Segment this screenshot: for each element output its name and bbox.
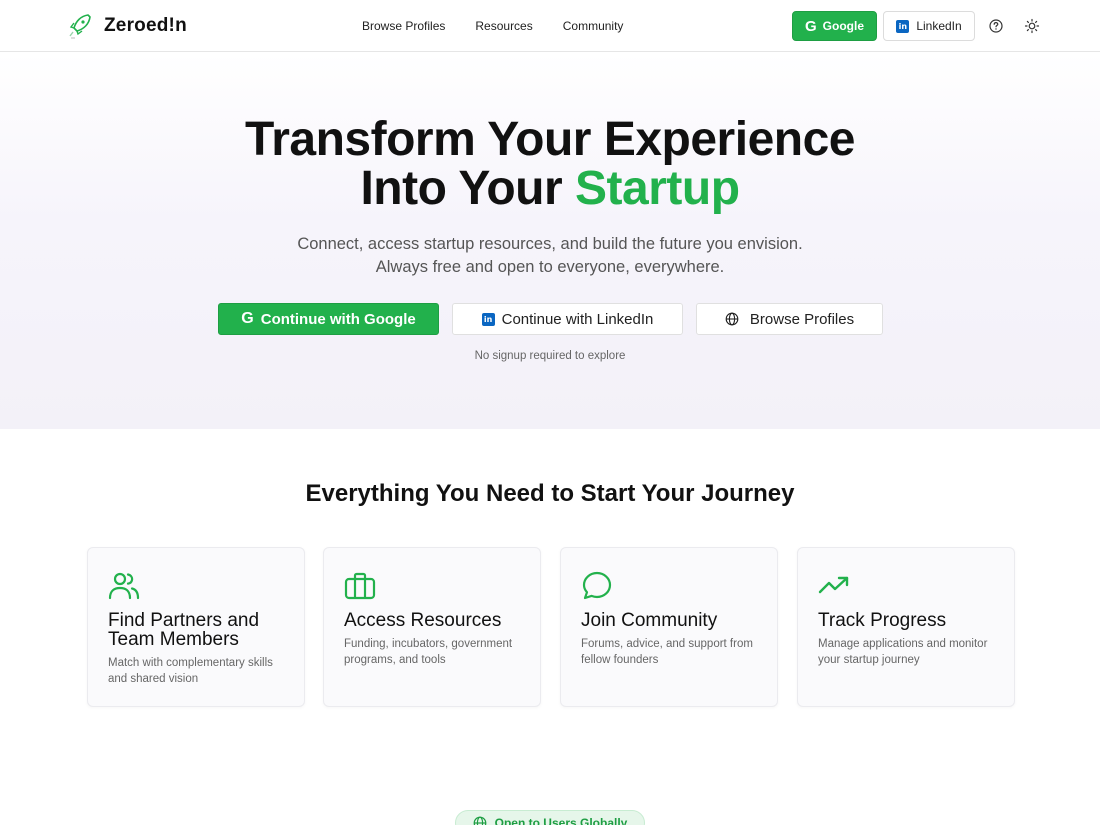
hero-section: Transform Your Experience Into Your Star… <box>0 53 1100 429</box>
feature-card-join-community[interactable]: Join Community Forums, advice, and suppo… <box>560 547 778 707</box>
header-google-label: Google <box>822 19 864 33</box>
briefcase-icon <box>344 572 376 600</box>
feature-card-find-partners[interactable]: Find Partners and Team Members Match wit… <box>87 547 305 707</box>
nav-community[interactable]: Community <box>563 18 624 34</box>
continue-with-linkedin-label: Continue with LinkedIn <box>501 310 654 328</box>
hero-title-line2-prefix: Into Your <box>360 162 576 215</box>
google-icon: G <box>804 17 817 35</box>
trending-up-icon <box>818 576 849 594</box>
feature-card-title: Join Community <box>581 610 718 631</box>
feature-card-desc: Manage applications and monitor your sta… <box>818 638 988 666</box>
feature-card-desc: Funding, incubators, government programs… <box>344 638 513 666</box>
brand[interactable]: Zeroed!n <box>68 13 187 39</box>
nav-browse-profiles[interactable]: Browse Profiles <box>362 18 445 34</box>
browse-profiles-button[interactable]: Browse Profiles <box>696 303 883 335</box>
no-signup-note: No signup required to explore <box>474 350 626 362</box>
globe-icon <box>473 816 487 825</box>
chat-bubble-icon <box>582 571 612 600</box>
main-nav: Browse Profiles Resources Community <box>362 18 653 34</box>
help-circle-icon[interactable] <box>988 18 1004 34</box>
hero-title: Transform Your Experience Into Your Star… <box>0 115 1100 213</box>
browse-profiles-label: Browse Profiles <box>749 310 855 328</box>
feature-card-desc: Match with complementary skills and shar… <box>108 657 273 685</box>
hero-subtitle: Connect, access startup resources, and b… <box>0 233 1100 279</box>
continue-with-google-button[interactable]: G Continue with Google <box>218 303 439 335</box>
open-globally-label: Open to Users Globally <box>494 816 628 825</box>
features-heading: Everything You Need to Start Your Journe… <box>305 480 795 507</box>
hero-subtitle-line1: Connect, access startup resources, and b… <box>297 235 803 253</box>
feature-card-title: Track Progress <box>818 610 947 631</box>
users-icon <box>108 572 140 600</box>
feature-card-title: Access Resources <box>344 610 502 631</box>
hero-subtitle-line2: Always free and open to everyone, everyw… <box>375 258 725 276</box>
hero-title-line1: Transform Your Experience <box>245 113 855 166</box>
top-nav-bar: Zeroed!n Browse Profiles Resources Commu… <box>0 0 1100 52</box>
rocket-logo-icon <box>69 14 91 39</box>
feature-card-track-progress[interactable]: Track Progress Manage applications and m… <box>797 547 1015 707</box>
hero-title-accent: Startup <box>575 162 740 215</box>
brand-name: Zeroed!n <box>104 15 187 36</box>
google-icon: G <box>241 310 254 327</box>
header-linkedin-signin-button[interactable]: in LinkedIn <box>883 11 975 41</box>
globe-icon <box>725 312 739 326</box>
feature-card-title: Find Partners and Team Members <box>108 610 260 650</box>
continue-with-linkedin-button[interactable]: in Continue with LinkedIn <box>452 303 683 335</box>
sun-theme-toggle-icon[interactable] <box>1024 18 1040 34</box>
linkedin-icon: in <box>481 312 495 326</box>
continue-with-google-label: Continue with Google <box>260 310 416 328</box>
linkedin-icon: in <box>896 19 910 33</box>
header-linkedin-label: LinkedIn <box>916 19 962 33</box>
feature-card-access-resources[interactable]: Access Resources Funding, incubators, go… <box>323 547 541 707</box>
nav-resources[interactable]: Resources <box>475 18 532 34</box>
open-globally-badge: Open to Users Globally <box>455 810 645 825</box>
header-google-signin-button[interactable]: G Google <box>792 11 877 41</box>
feature-card-desc: Forums, advice, and support from fellow … <box>581 638 753 666</box>
